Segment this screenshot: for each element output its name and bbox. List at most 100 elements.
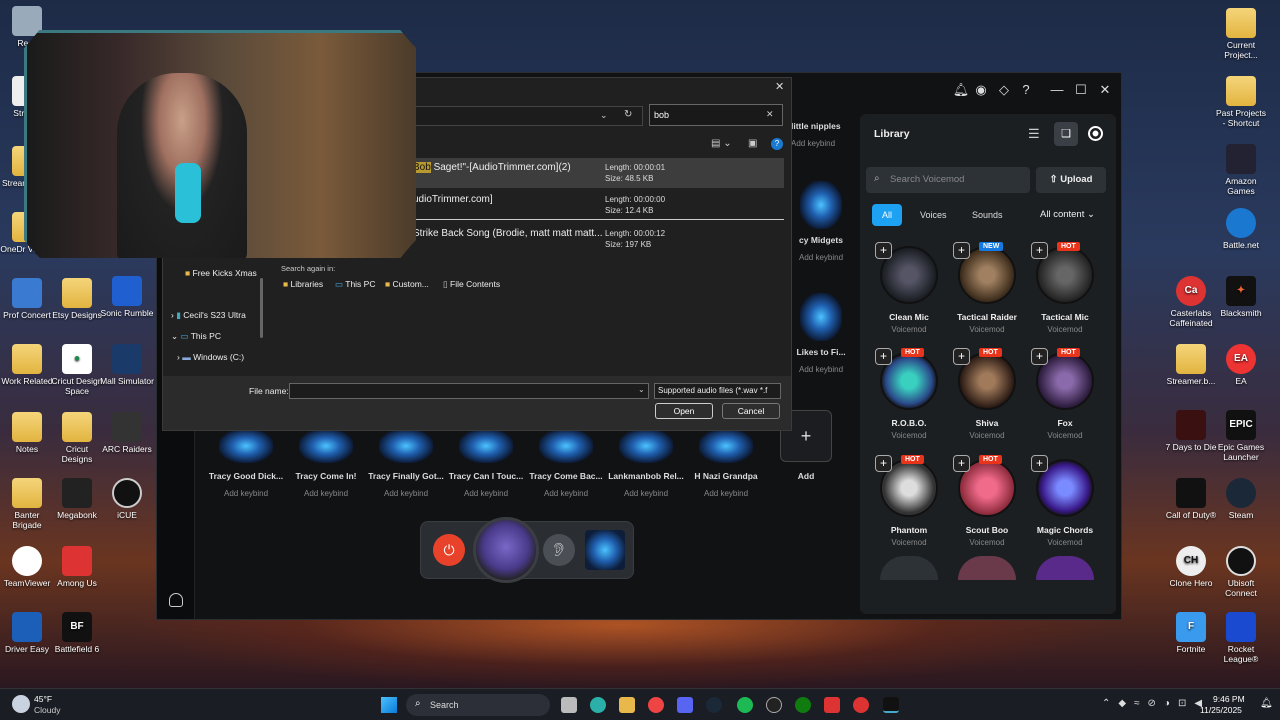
chrome-icon[interactable] [648,697,664,713]
desktop-icon-call-of-duty[interactable]: Call of Duty® [1164,478,1218,521]
bell-icon[interactable]: 🔔︎ [952,81,970,99]
sound-item[interactable]: Lankmanbob Rel... Add keybind [607,429,685,498]
desktop-icon-work-related[interactable]: Work Related [0,344,54,387]
help-icon[interactable]: ? [771,138,783,150]
sound-item[interactable]: Likes to Fi... Add keybind [791,293,851,374]
file-row[interactable]: Bob Saget!"-[AudioTrimmer.com](2) Length… [409,158,784,188]
app-icon[interactable] [824,697,840,713]
desktop-icon-arc-raiders[interactable]: ARC Raiders [100,412,154,455]
weather-icon[interactable] [12,695,30,713]
address-bar[interactable]: ⌄ ↻ [413,106,643,126]
obs-icon[interactable] [766,697,782,713]
maximize-button[interactable]: ☐ [1072,81,1090,99]
add-voice-icon[interactable]: + [875,348,892,365]
tray-icons[interactable]: ⌃◆≈⊘◑⊡◀ [1102,698,1210,709]
file-name-input[interactable]: ⌄ [289,383,649,399]
discord-icon[interactable]: ◉ [972,81,990,99]
desktop-icon-steam[interactable]: Steam [1214,478,1268,521]
desktop-icon-battlenet[interactable]: Battle.net [1214,208,1268,251]
start-button[interactable] [381,697,397,713]
sound-item[interactable]: H Nazi Grandpa Add keybind [687,429,765,498]
sound-item[interactable]: Tracy Can I Touc... Add keybind [447,429,525,498]
filter-voices[interactable]: Voices [912,204,955,226]
filter-sounds[interactable]: Sounds [964,204,1011,226]
tree-item[interactable]: › ▮ Cecil's S23 Ultra [171,310,246,321]
search-location-custom[interactable]: ■ Custom... [385,279,429,289]
discord-taskbar-icon[interactable] [677,697,693,713]
desktop-icon-teamviewer[interactable]: TeamViewer [0,546,54,589]
notification-bell-icon[interactable]: 🔔︎ [1260,698,1273,709]
file-row[interactable]: Strike Back Song (Brodie, matt matt matt… [409,224,784,254]
add-voice-icon[interactable]: + [1031,242,1048,259]
desktop-icon-blacksmith[interactable]: ✦ Blacksmith [1214,276,1268,319]
sound-item[interactable]: Tracy Finally Got... Add keybind [367,429,445,498]
clear-search-icon[interactable]: ✕ [766,109,774,120]
search-location-libraries[interactable]: ■ Libraries [283,279,323,289]
search-box[interactable]: bob ✕ [649,104,783,126]
voice-card[interactable]: + HOT Fox Voicemod [1027,348,1103,440]
hear-myself-button[interactable]: 👂︎ [543,534,575,566]
taskbar-search[interactable]: ⌕ Search [406,694,550,716]
minimize-button[interactable]: — [1048,81,1066,99]
tree-item[interactable]: ⌄ ▭ This PC [171,331,221,342]
voice-card[interactable]: + Magic Chords Voicemod [1027,455,1103,547]
diamond-icon[interactable]: ◇ [995,81,1013,99]
sound-item[interactable]: cy Midgets Add keybind [791,181,851,262]
refresh-icon[interactable]: ↻ [624,109,632,120]
file-explorer-icon[interactable] [619,697,635,713]
voicemod-taskbar-icon[interactable] [883,697,899,713]
desktop-icon-amazon-games[interactable]: Amazon Games [1214,144,1268,197]
clock-date[interactable]: 11/25/2025 [1200,705,1242,715]
upload-button[interactable]: ⇧ Upload [1036,167,1106,193]
soundboard-thumb[interactable] [585,530,625,570]
tree-scrollbar[interactable] [260,278,263,338]
desktop-icon-epic-games[interactable]: EPIC Epic Games Launcher [1214,410,1268,463]
sound-item[interactable]: Tracy Come In! Add keybind [287,429,365,498]
tree-item[interactable]: ■ Free Kicks Xmas [185,268,257,278]
desktop-icon-banter-brigade[interactable]: Banter Brigade [0,478,54,531]
desktop-icon-rocket-league[interactable]: Rocket League® [1214,612,1268,665]
sound-item[interactable]: Tracy Come Bac... Add keybind [527,429,605,498]
desktop-icon-prof-concert[interactable]: Prof Concert [0,278,54,321]
desktop-icon-battlefield-6[interactable]: BF Battlefield 6 [50,612,104,655]
voice-card[interactable]: + HOT Scout Boo Voicemod [949,455,1025,547]
add-voice-icon[interactable]: + [953,455,970,472]
cancel-button[interactable]: Cancel [722,403,780,419]
desktop-icon-cricut-designs[interactable]: Cricut Designs [50,412,104,465]
desktop-icon-icue[interactable]: iCUE [100,478,154,521]
sliders-icon[interactable]: ☰ [1028,126,1040,142]
desktop-icon-cricut-design-space[interactable]: ● Cricut Design Space [50,344,104,397]
file-row[interactable]: udioTrimmer.com] Length: 00:00:00 Size: 1… [409,190,784,220]
desktop-icon-streamerbot[interactable]: Streamer.b... [1164,344,1218,387]
desktop-icon-notes[interactable]: Notes [0,412,54,455]
edge-icon[interactable] [590,697,606,713]
tree-item[interactable]: › ▬ Windows (C:) [177,352,244,362]
voice-card[interactable]: + HOT Phantom Voicemod [871,455,947,547]
desktop-icon-past-projects[interactable]: Past Projects - Shortcut [1214,76,1268,129]
steam-taskbar-icon[interactable] [706,697,722,713]
voice-card[interactable]: + HOT Shiva Voicemod [949,348,1025,440]
voice-card[interactable]: + NEW Tactical Raider Voicemod [949,242,1025,334]
desktop-icon-mall-simulator[interactable]: Mall Simulator [100,344,154,387]
desktop-icon-casterlabs[interactable]: Ca Casterlabs Caffeinated [1164,276,1218,329]
current-voice-avatar[interactable] [473,517,539,583]
desktop-icon-current-project[interactable]: Current Project... [1214,8,1268,61]
sound-item[interactable]: Tracy Good Dick... Add keybind [207,429,285,498]
desktop-icon-fortnite[interactable]: F Fortnite [1164,612,1218,655]
voice-card[interactable]: + HOT Tactical Mic Voicemod [1027,242,1103,334]
power-button[interactable]: ⏻ [433,534,465,566]
add-voice-icon[interactable]: + [953,242,970,259]
voice-card[interactable]: + Clean Mic Voicemod [871,242,947,334]
casterlabs-taskbar-icon[interactable] [853,697,869,713]
filter-all[interactable]: All [872,204,903,226]
voice-card[interactable]: + HOT R.O.B.O. Voicemod [871,348,947,440]
add-voice-icon[interactable]: + [875,455,892,472]
clock-time[interactable]: 9:46 PM [1213,694,1245,704]
add-voice-icon[interactable]: + [1031,348,1048,365]
preview-pane-icon[interactable]: ▣ [748,138,757,149]
desktop-icon-sonic-rumble[interactable]: Sonic Rumble [100,276,154,319]
file-type-select[interactable]: Supported audio files (*.wav *.f [654,383,781,399]
sound-item[interactable]: little nipples Add keybind [791,121,851,148]
desktop-icon-megabonk[interactable]: Megabonk [50,478,104,521]
open-button[interactable]: Open [655,403,713,419]
